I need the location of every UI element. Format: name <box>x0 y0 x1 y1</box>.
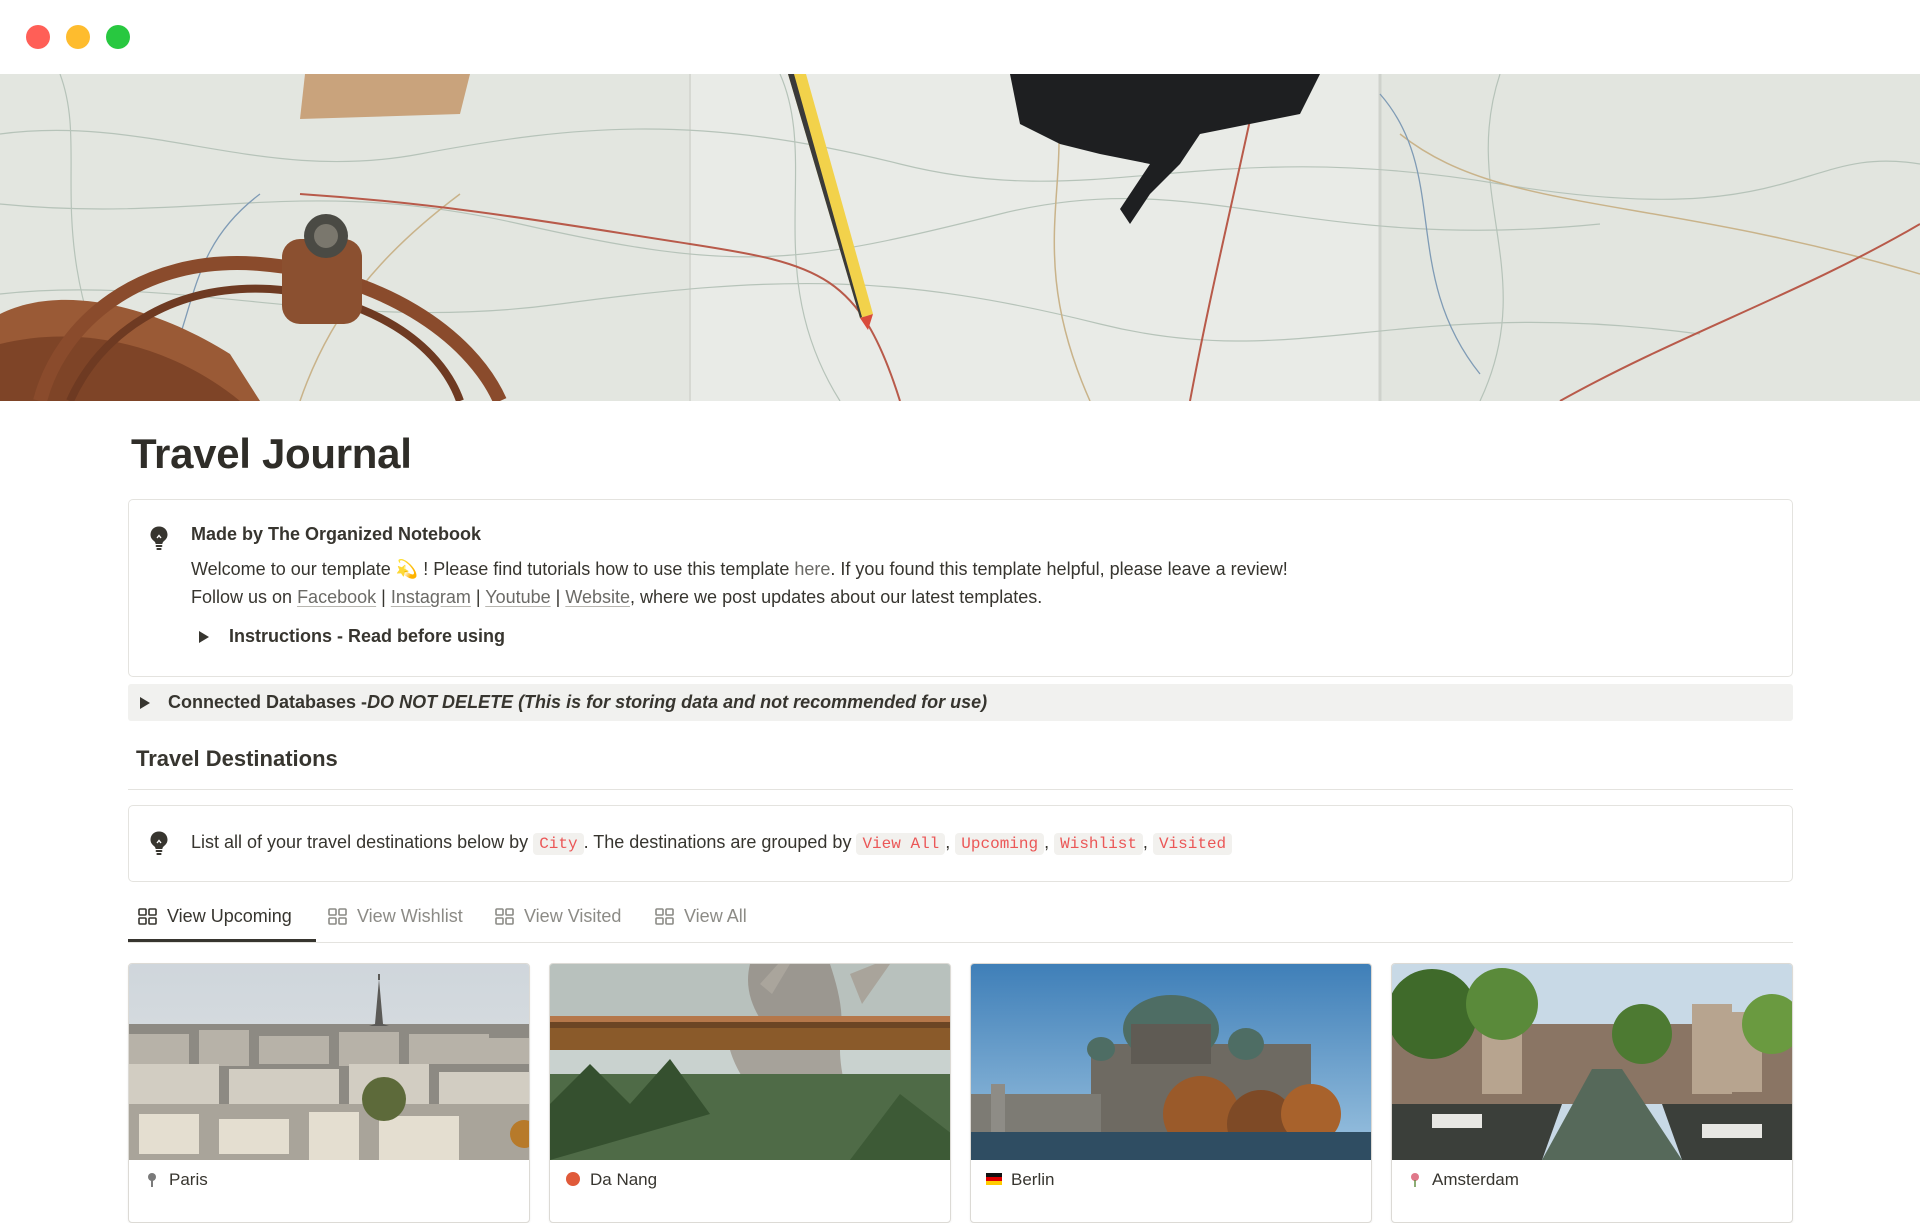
tab-label: View All <box>684 906 747 926</box>
callout-follow-line: Follow us on Facebook | Instagram | Yout… <box>191 587 1042 608</box>
tab-view-all[interactable]: View All <box>655 906 747 927</box>
lightbulb-icon <box>150 526 168 550</box>
inline-code-city: City <box>533 833 584 855</box>
gallery-view-icon <box>328 908 347 925</box>
facebook-link[interactable]: Facebook <box>297 587 376 607</box>
window-close-button[interactable] <box>26 25 50 49</box>
comma: , <box>1044 832 1055 852</box>
destinations-gallery: Paris Da Nang Berlin Amsterdam <box>128 963 1793 1223</box>
inline-code-group: Visited <box>1152 833 1233 855</box>
gallery-card[interactable]: Paris <box>128 963 530 1223</box>
inline-code-group: Wishlist <box>1054 833 1143 855</box>
tab-view-wishlist[interactable]: View Wishlist <box>328 906 463 927</box>
database-view-tabs: View Upcoming View Wishlist View Visited… <box>128 896 1793 943</box>
page-cover-image[interactable] <box>0 74 1920 401</box>
window-titlebar <box>0 0 1920 74</box>
review-text: . If you found this template helpful, pl… <box>830 559 1288 579</box>
flag-emoji-icon <box>986 1173 1002 1185</box>
tab-view-upcoming[interactable]: View Upcoming <box>138 906 292 927</box>
callout-welcome-line: Welcome to our template 💫 ! Please find … <box>191 559 1288 580</box>
card-title: Amsterdam <box>1432 1170 1519 1189</box>
databases-toggle-warning: DO NOT DELETE (This is for storing data … <box>367 692 988 712</box>
follow-text: Follow us on <box>191 587 298 607</box>
gallery-view-icon <box>495 908 514 925</box>
window-minimize-button[interactable] <box>66 25 90 49</box>
page-title: Travel Journal <box>131 430 412 477</box>
red-emoji-icon <box>566 1172 580 1186</box>
instructions-toggle-label: Instructions - Read before using <box>229 626 506 646</box>
link-separator: | <box>550 587 566 607</box>
tab-label: View Upcoming <box>167 906 292 926</box>
list-text: List all of your travel destinations bel… <box>191 832 534 852</box>
card-title: Da Nang <box>590 1170 658 1189</box>
inline-code-group: Upcoming <box>955 833 1045 855</box>
dizzy-emoji-icon: 💫 <box>395 559 419 579</box>
card-cover-image <box>1392 964 1792 1160</box>
link-separator: | <box>376 587 391 607</box>
connected-databases-toggle[interactable]: Connected Databases - DO NOT DELETE (Thi… <box>128 684 1793 721</box>
inline-code-group: View All <box>856 833 946 855</box>
window-maximize-button[interactable] <box>106 25 130 49</box>
grouped-text: . The destinations are grouped by <box>583 832 857 852</box>
gallery-card[interactable]: Berlin <box>970 963 1372 1223</box>
gallery-card[interactable]: Da Nang <box>549 963 951 1223</box>
destinations-callout: List all of your travel destinations bel… <box>128 805 1793 882</box>
welcome-text: Welcome to our template <box>191 559 396 579</box>
intro-callout: Made by The Organized Notebook Welcome t… <box>128 499 1793 677</box>
callout-heading: Made by The Organized Notebook <box>191 524 482 544</box>
instagram-link[interactable]: Instagram <box>391 587 471 607</box>
tab-label: View Visited <box>524 906 622 926</box>
tutorials-link[interactable]: here <box>794 559 830 579</box>
comma: , <box>1142 832 1153 852</box>
tabs-divider <box>128 942 1793 943</box>
youtube-link[interactable]: Youtube <box>485 587 550 607</box>
gallery-view-icon <box>138 908 157 925</box>
link-separator: | <box>470 587 486 607</box>
tab-label: View Wishlist <box>357 906 463 926</box>
updates-text: , where we post updates about our latest… <box>630 587 1043 607</box>
gallery-view-icon <box>655 908 674 925</box>
card-title: Paris <box>169 1170 208 1189</box>
card-cover-image <box>129 964 529 1160</box>
destinations-callout-text: List all of your travel destinations bel… <box>191 832 1233 855</box>
pin-emoji-icon <box>148 1173 156 1187</box>
card-cover-image <box>550 964 950 1160</box>
toggle-triangle-icon[interactable] <box>140 696 150 709</box>
instructions-toggle[interactable]: Instructions - Read before using <box>199 626 505 647</box>
gallery-card[interactable]: Amsterdam <box>1391 963 1793 1223</box>
map-cover-illustration <box>0 74 1920 401</box>
website-link[interactable]: Website <box>565 587 630 607</box>
tutorial-text: ! Please find tutorials how to use this … <box>418 559 795 579</box>
section-heading: Travel Destinations <box>136 746 338 771</box>
section-divider <box>128 789 1793 790</box>
comma: , <box>945 832 956 852</box>
tab-view-visited[interactable]: View Visited <box>495 906 621 927</box>
databases-toggle-label: Connected Databases - <box>168 692 368 712</box>
card-cover-image <box>971 964 1371 1160</box>
lightbulb-icon <box>150 831 168 855</box>
card-title: Berlin <box>1011 1170 1055 1189</box>
tulip-emoji-icon <box>1411 1173 1419 1187</box>
toggle-triangle-icon[interactable] <box>199 630 209 643</box>
